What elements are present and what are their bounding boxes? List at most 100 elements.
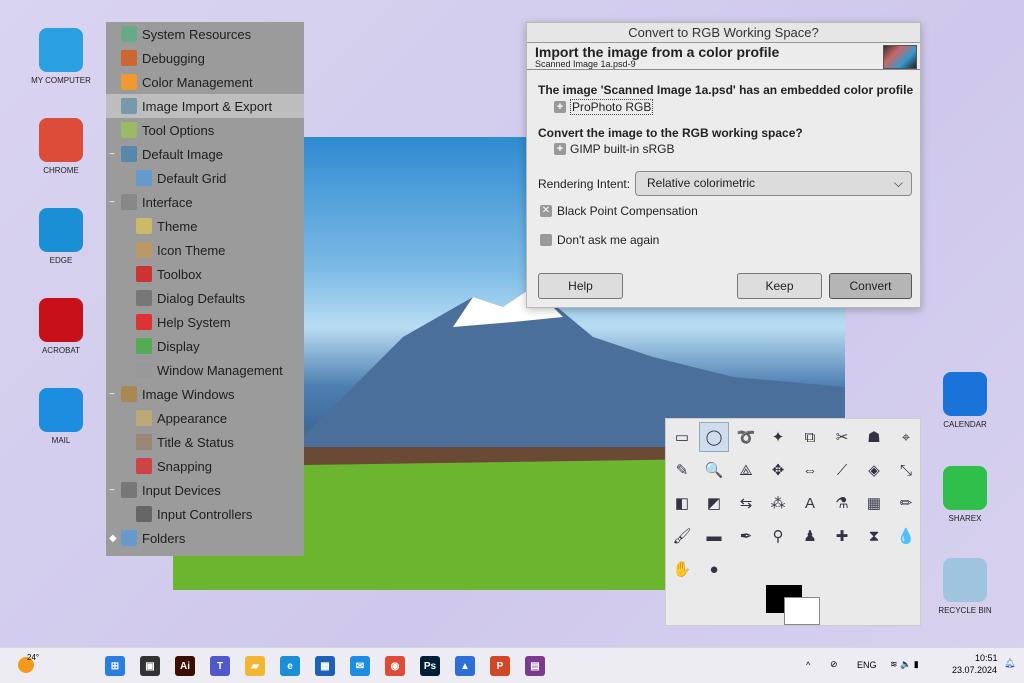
tool-button[interactable]: ⌖ (891, 422, 921, 452)
tool-button[interactable]: ⧗ (859, 521, 889, 551)
working-profile-expander[interactable]: + GIMP built-in sRGB (554, 142, 674, 156)
tree-item[interactable]: Toolbox (106, 262, 304, 286)
tool-button[interactable]: ✋ (667, 554, 697, 584)
clock-time[interactable]: 10:51 (975, 653, 998, 663)
tree-item[interactable]: Tool Options (106, 118, 304, 142)
tool-button[interactable]: ▬ (699, 521, 729, 551)
tree-item[interactable]: Appearance (106, 406, 304, 430)
tool-button[interactable]: 💧 (891, 521, 921, 551)
tool-button[interactable]: ✥ (763, 455, 793, 485)
desktop-icon-mail[interactable]: MAIL (26, 388, 96, 445)
tool-button[interactable]: ● (699, 554, 729, 584)
tree-item[interactable]: Debugging (106, 46, 304, 70)
tree-item[interactable]: Dialog Defaults (106, 286, 304, 310)
tree-item[interactable]: Image Import & Export (106, 94, 304, 118)
tree-item[interactable]: Window Management (106, 358, 304, 382)
tool-button[interactable]: ◈ (859, 455, 889, 485)
tool-button[interactable]: ✏ (891, 488, 921, 518)
convert-button[interactable]: Convert (829, 273, 912, 299)
tool-button[interactable]: ✎ (667, 455, 697, 485)
taskbar-winrar-icon[interactable]: ▤ (525, 656, 545, 676)
tool-button[interactable]: ✚ (827, 521, 857, 551)
embedded-text: The image 'Scanned Image 1a.psd' has an … (538, 83, 914, 97)
taskbar-powerpoint-icon[interactable]: P (490, 656, 510, 676)
taskbar-photos-icon[interactable]: ▲ (455, 656, 475, 676)
tool-button[interactable]: ⟁ (731, 455, 761, 485)
bpc-label: Black Point Compensation (557, 204, 698, 218)
checkbox-checked-icon: ✕ (540, 205, 552, 217)
bpc-checkbox[interactable]: ✕ Black Point Compensation (540, 204, 698, 218)
clock-date[interactable]: 23.07.2024 (952, 665, 997, 675)
tool-button[interactable]: ◩ (699, 488, 729, 518)
tool-button[interactable]: ◯ (699, 422, 729, 452)
rendering-intent-select[interactable]: Relative colorimetric ⌵ (635, 171, 912, 196)
keep-button[interactable]: Keep (737, 273, 822, 299)
tree-item[interactable]: Theme (106, 214, 304, 238)
wifi-volume-battery-icons[interactable]: ≋ 🔈 ▮ (890, 659, 919, 670)
tool-button[interactable]: ✂ (827, 422, 857, 452)
embedded-profile-expander[interactable]: + ProPhoto RGB (554, 99, 654, 115)
desktop-icon-recycle-bin[interactable]: RECYCLE BIN (930, 558, 1000, 615)
taskbar-teams-icon[interactable]: T (210, 656, 230, 676)
tool-button[interactable]: ⁂ (763, 488, 793, 518)
tool-button[interactable]: 🖌 (667, 521, 697, 551)
desktop-icon-chrome[interactable]: CHROME (26, 118, 96, 175)
taskbar-edge-icon[interactable]: e (280, 656, 300, 676)
taskbar-illustrator-icon[interactable]: Ai (175, 656, 195, 676)
tree-item[interactable]: System Resources (106, 22, 304, 46)
tree-item[interactable]: − Input Devices (106, 478, 304, 502)
tool-button[interactable]: ◧ (667, 488, 697, 518)
chevron-up-icon[interactable]: ^ (806, 660, 810, 670)
tool-button[interactable]: ⚲ (763, 521, 793, 551)
tree-item[interactable]: Icon Theme (106, 238, 304, 262)
tree-item[interactable]: − Interface (106, 190, 304, 214)
tool-button[interactable]: ⇆ (731, 488, 761, 518)
taskbar-photoshop-icon[interactable]: Ps (420, 656, 440, 676)
tool-button[interactable]: ⇔ (795, 455, 825, 485)
taskbar-mail-icon[interactable]: ✉ (350, 656, 370, 676)
tool-button[interactable]: ☗ (859, 422, 889, 452)
background-color[interactable] (784, 597, 820, 625)
desktop-icon-calendar[interactable]: CALENDAR (930, 372, 1000, 429)
taskbar-store-icon[interactable]: ▦ (315, 656, 335, 676)
tool-button[interactable]: A (795, 488, 825, 518)
taskbar-file-explorer-icon[interactable]: ▰ (245, 656, 265, 676)
tool-button[interactable]: ✒ (731, 521, 761, 551)
tree-item[interactable]: Color Management (106, 70, 304, 94)
taskbar-start-icon[interactable]: ⊞ (105, 656, 125, 676)
tool-button[interactable]: ⧉ (795, 422, 825, 452)
taskbar-chrome-icon[interactable]: ◉ (385, 656, 405, 676)
desktop-icon-my-computer[interactable]: MY COMPUTER (26, 28, 96, 85)
desktop-icon-edge[interactable]: EDGE (26, 208, 96, 265)
tool-button[interactable]: ♟ (795, 521, 825, 551)
network-off-icon[interactable]: ⊘ (830, 659, 838, 670)
tree-item[interactable]: ◆ Folders (106, 526, 304, 550)
expand-icon: + (554, 101, 566, 113)
tree-item[interactable]: Default Grid (106, 166, 304, 190)
tool-button[interactable]: 🔍 (699, 455, 729, 485)
tool-button[interactable]: ➰ (731, 422, 761, 452)
tree-item[interactable]: Help System (106, 310, 304, 334)
tree-item[interactable]: Display (106, 334, 304, 358)
tool-button[interactable]: ⟋ (827, 455, 857, 485)
dont-ask-checkbox[interactable]: Don't ask me again (540, 233, 659, 247)
tree-item[interactable]: Title & Status (106, 430, 304, 454)
tree-item[interactable]: Snapping (106, 454, 304, 478)
language[interactable]: ENG (857, 660, 877, 670)
desktop-icon-sharex[interactable]: SHAREX (930, 466, 1000, 523)
tree-item[interactable]: − Default Image (106, 142, 304, 166)
notification-bell-icon[interactable]: 🔔︎ (1004, 658, 1015, 669)
desktop-icon-acrobat[interactable]: ACROBAT (26, 298, 96, 355)
desktop-icon-label: RECYCLE BIN (938, 606, 992, 615)
tool-button[interactable]: ▦ (859, 488, 889, 518)
recycle-bin-icon (943, 558, 987, 602)
tool-button[interactable]: ⤡ (891, 455, 921, 485)
tree-item[interactable]: − Image Windows (106, 382, 304, 406)
help-button[interactable]: Help (538, 273, 623, 299)
tool-button[interactable]: ✦ (763, 422, 793, 452)
tool-button[interactable]: ⚗ (827, 488, 857, 518)
tree-item[interactable]: Input Controllers (106, 502, 304, 526)
category-icon (121, 194, 137, 210)
taskbar-task-view-icon[interactable]: ▣ (140, 656, 160, 676)
tool-button[interactable]: ▭ (667, 422, 697, 452)
